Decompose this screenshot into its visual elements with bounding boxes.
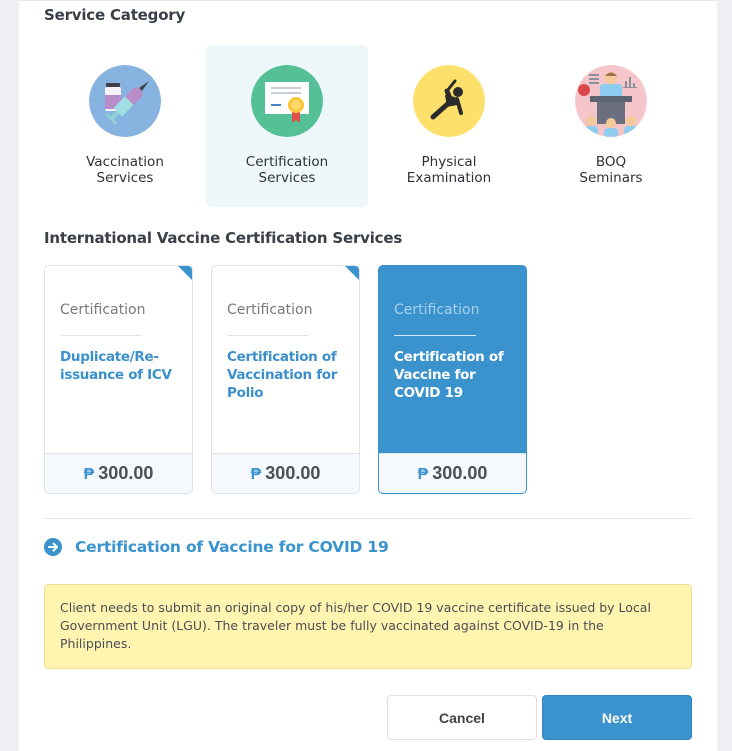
card-price: ₱ 300.00 xyxy=(379,453,526,493)
service-card-polio[interactable]: Certification Certification of Vaccinati… xyxy=(211,265,360,494)
seminar-speaker-icon xyxy=(575,65,647,137)
card-service-name: Certification of Vaccine for COVID 19 xyxy=(394,349,504,401)
card-price: ₱ 300.00 xyxy=(45,453,192,493)
service-selection-panel: Service Category Vaccination Services Ce… xyxy=(19,0,717,751)
category-label: Physical Examination xyxy=(406,154,492,186)
corner-indicator xyxy=(177,266,192,281)
category-label: Certification Services xyxy=(245,154,329,186)
card-service-name: Certification of Vaccination for Polio xyxy=(227,349,338,401)
stretching-person-icon xyxy=(413,65,485,137)
peso-icon: ₱ xyxy=(83,466,95,483)
selected-service-heading[interactable]: Certification of Vaccine for COVID 19 xyxy=(44,538,389,556)
selected-service-title: Certification of Vaccine for COVID 19 xyxy=(75,538,389,556)
card-divider xyxy=(394,335,476,336)
section-divider xyxy=(44,518,692,519)
price-value: 300.00 xyxy=(432,463,488,483)
card-category: Certification xyxy=(60,302,146,318)
card-category: Certification xyxy=(227,302,313,318)
service-category-title: Service Category xyxy=(44,6,186,24)
card-divider xyxy=(60,335,142,336)
category-label: Vaccination Services xyxy=(86,154,164,186)
vaccine-syringe-icon xyxy=(89,65,161,137)
card-category: Certification xyxy=(394,302,480,318)
corner-indicator xyxy=(344,266,359,281)
certificate-icon xyxy=(251,65,323,137)
requirements-notice: Client needs to submit an original copy … xyxy=(44,584,692,669)
card-divider xyxy=(227,335,309,336)
services-section-title: International Vaccine Certification Serv… xyxy=(44,229,403,247)
card-service-name: Duplicate/Re- issuance of ICV xyxy=(60,349,172,383)
peso-icon: ₱ xyxy=(417,466,429,483)
category-physical-examination[interactable]: Physical Examination xyxy=(368,45,530,207)
arrow-right-circle-icon xyxy=(44,538,62,556)
category-vaccination-services[interactable]: Vaccination Services xyxy=(44,45,206,207)
price-value: 300.00 xyxy=(265,463,321,483)
service-card-duplicate-icv[interactable]: Certification Duplicate/Re- issuance of … xyxy=(44,265,193,494)
next-button[interactable]: Next xyxy=(542,695,692,740)
category-certification-services[interactable]: Certification Services xyxy=(206,45,368,207)
price-value: 300.00 xyxy=(98,463,154,483)
peso-icon: ₱ xyxy=(250,466,262,483)
category-boq-seminars[interactable]: BOQ Seminars xyxy=(530,45,692,207)
cancel-button[interactable]: Cancel xyxy=(387,695,537,740)
card-price: ₱ 300.00 xyxy=(212,453,359,493)
service-card-covid19[interactable]: Certification Certification of Vaccine f… xyxy=(378,265,527,494)
category-label: BOQ Seminars xyxy=(579,154,643,186)
